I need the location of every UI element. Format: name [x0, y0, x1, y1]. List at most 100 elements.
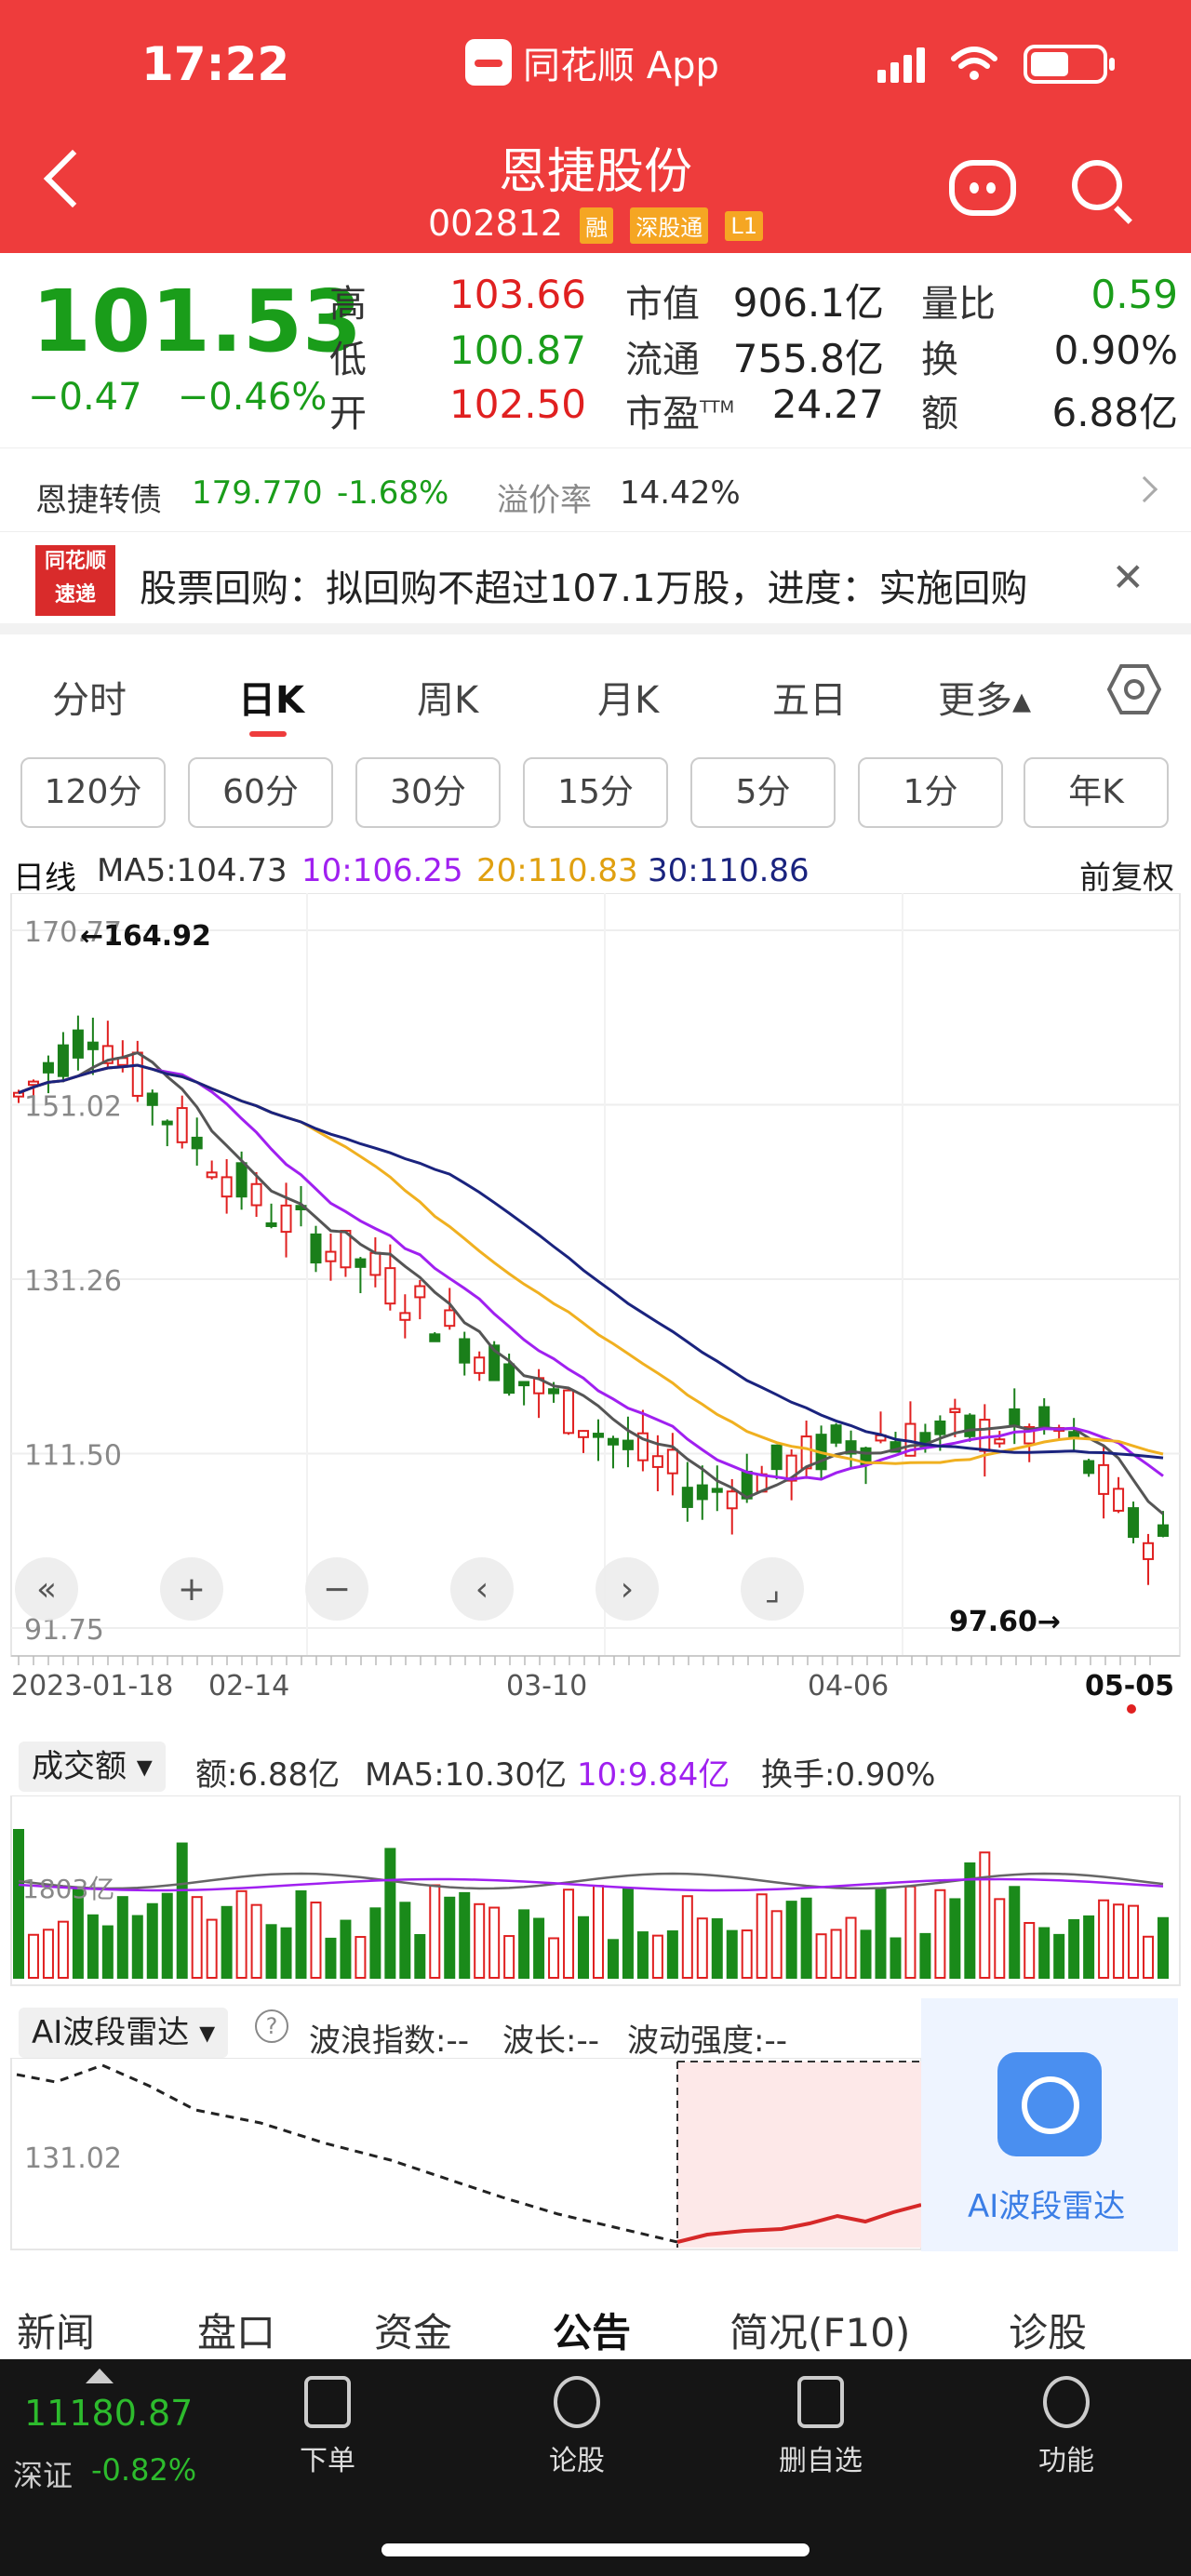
volume-header: 成交额 ▾ 额:6.88亿 MA5:10.30亿 10:9.84亿 换手:0.9…	[0, 1740, 1191, 1795]
functions-button[interactable]: 功能	[1001, 2376, 1131, 2478]
news-banner[interactable]: 同花顺 速递 股票回购：拟回购不超过107.1万股，进度：实施回购 ✕	[0, 532, 1191, 634]
tab-five-day[interactable]: 五日	[772, 670, 847, 724]
status-time: 17:22	[141, 37, 290, 91]
tab-more[interactable]: 更多▴	[938, 670, 1031, 724]
candle-body	[414, 1285, 426, 1299]
volume-bar	[592, 1885, 604, 1979]
y-tick-label: 131.26	[24, 1265, 122, 1298]
ma30-line	[18, 1063, 1164, 1460]
open-label: 开	[329, 393, 367, 435]
functions-label: 功能	[1038, 2445, 1094, 2477]
zoom-out-icon[interactable]: −	[305, 1557, 368, 1621]
tab-timeshare[interactable]: 分时	[52, 670, 127, 724]
tag-connect: 深股通	[630, 207, 709, 244]
help-icon[interactable]: ?	[255, 2009, 288, 2043]
ai-radar-dropdown[interactable]: AI波段雷达 ▾	[19, 2008, 229, 2058]
order-button[interactable]: 下单	[262, 2376, 393, 2478]
discuss-button[interactable]: 论股	[512, 2376, 642, 2478]
candle-body	[726, 1490, 738, 1510]
svg-text:‹: ‹	[475, 1570, 488, 1608]
tab-30min[interactable]: 30分	[355, 757, 501, 828]
tab-120min[interactable]: 120分	[20, 757, 166, 828]
candle-body	[235, 1162, 248, 1198]
tab-funds[interactable]: 资金	[374, 2302, 452, 2358]
volume-bar	[994, 1898, 1006, 1979]
candle-body	[42, 1061, 54, 1074]
close-icon[interactable]: ✕	[1112, 554, 1144, 600]
candle-body	[444, 1309, 456, 1328]
volume-bar	[949, 1898, 961, 1979]
candle-body	[964, 1414, 976, 1437]
volume-bar	[622, 1888, 634, 1979]
caret-up-icon	[86, 2369, 114, 2383]
tab-f10[interactable]: 简况(F10)	[729, 2302, 910, 2358]
svg-text:⌟: ⌟	[765, 1570, 781, 1608]
volume-bar	[503, 1935, 515, 1979]
tab-1min[interactable]: 1分	[858, 757, 1003, 828]
candle-body	[770, 1444, 783, 1471]
kline-chart[interactable]: 170.77151.02131.26111.5091.75 ←164.92 97…	[0, 893, 1191, 1730]
settings-icon[interactable]	[1107, 662, 1161, 716]
volume-bar	[146, 1902, 158, 1979]
volume-bar	[221, 1905, 233, 1979]
candle-body	[666, 1448, 678, 1475]
tab-diagnosis[interactable]: 诊股	[1009, 2302, 1087, 2358]
tab-announcements[interactable]: 公告	[553, 2302, 631, 2358]
tab-15min[interactable]: 15分	[523, 757, 668, 828]
tab-daily-k[interactable]: 日K	[238, 670, 304, 724]
x-tick-label: 03-10	[506, 1670, 587, 1702]
news-logo-top: 同花顺	[44, 550, 106, 573]
tab-news[interactable]: 新闻	[17, 2302, 95, 2358]
ma20-value: 20:110.83	[476, 852, 638, 889]
volume-bar	[934, 1889, 946, 1979]
remove-watchlist-button[interactable]: 删自选	[756, 2376, 886, 2478]
candle-body	[280, 1204, 292, 1234]
volume-bar	[340, 1919, 352, 1979]
pe-value: 24.27	[771, 381, 884, 427]
fullscreen-icon[interactable]: ⌟	[741, 1557, 804, 1621]
robot-icon[interactable]	[949, 160, 1016, 216]
volume-indicator-dropdown[interactable]: 成交额 ▾	[19, 1742, 166, 1792]
rewind-icon[interactable]: «	[15, 1557, 78, 1621]
volume-ma10: 10:9.84亿	[577, 1756, 730, 1794]
ma-period-label: 日线	[13, 860, 76, 897]
svg-text:−: −	[323, 1570, 351, 1608]
ai-radar-badge[interactable]: AI波段雷达	[921, 1998, 1178, 2251]
tab-yearly-k[interactable]: 年K	[1024, 757, 1169, 828]
pe-ttm: TTM	[700, 397, 735, 418]
period-tabs: 分时 日K 周K 月K 五日 更多▴	[0, 642, 1191, 744]
svg-text:+: +	[178, 1570, 206, 1608]
wave-strength: 波动强度:--	[627, 2022, 787, 2060]
chevron-right-icon[interactable]: ›	[596, 1557, 659, 1621]
ma10-line	[18, 1063, 1164, 1481]
zoom-in-icon[interactable]: +	[160, 1557, 223, 1621]
volume-chart: 1803亿	[10, 1795, 1181, 1986]
ma20-line	[18, 1063, 1164, 1465]
tab-60min[interactable]: 60分	[188, 757, 333, 828]
wavelength: 波长:--	[502, 2022, 599, 2060]
volume-ma10-line	[18, 1877, 1164, 1892]
volume-bar	[696, 1917, 708, 1979]
search-icon[interactable]	[1072, 160, 1122, 210]
adjust-mode[interactable]: 前复权	[1079, 852, 1174, 898]
candle-body	[474, 1356, 486, 1374]
volume-bar	[741, 1929, 753, 1979]
ma-legend: 日线 MA5:104.73 10:106.25 20:110.83 30:110…	[0, 847, 1191, 897]
tab-orderbook[interactable]: 盘口	[197, 2302, 275, 2358]
low-label: 低	[329, 339, 367, 381]
tab-monthly-k[interactable]: 月K	[597, 670, 659, 724]
volume-bar	[1024, 1922, 1036, 1980]
tab-5min[interactable]: 5分	[690, 757, 836, 828]
chevron-left-icon[interactable]: ‹	[450, 1557, 514, 1621]
price-change: −0.47 −0.46%	[28, 376, 327, 419]
volume-bar	[191, 1896, 203, 1979]
y-tick-label: 151.02	[24, 1090, 122, 1123]
convertible-bond-row[interactable]: 恩捷转债 179.770 -1.68% 溢价率 14.42%	[0, 448, 1191, 532]
bottom-toolbar: 11180.87 深证 -0.82% 下单 论股 删自选 功能	[0, 2359, 1191, 2576]
candle-body	[1158, 1524, 1169, 1537]
tab-weekly-k[interactable]: 周K	[417, 670, 478, 724]
bond-change: -1.68%	[337, 474, 449, 512]
change-pct: −0.46%	[177, 376, 328, 419]
index-value[interactable]: 11180.87	[24, 2393, 193, 2434]
volume-bar	[280, 1927, 292, 1979]
